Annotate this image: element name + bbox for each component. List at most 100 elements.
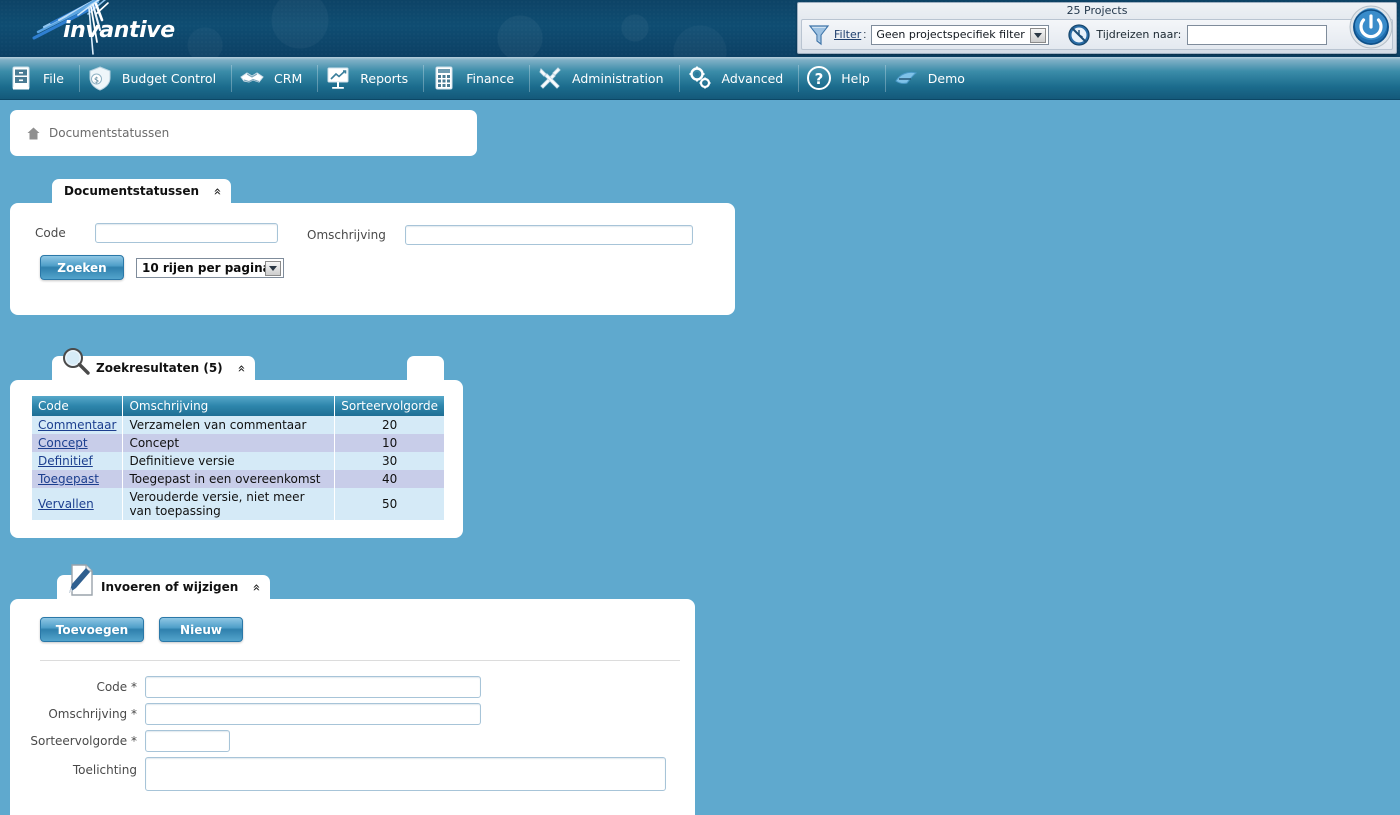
search-code-input[interactable] [95, 223, 278, 243]
add-button[interactable]: Toevoegen [40, 617, 144, 642]
cell-code: Concept [32, 434, 124, 452]
project-count-label: 25 Projects [1066, 4, 1128, 17]
chevron-down-icon[interactable] [1030, 27, 1047, 43]
field-label-sorteervolgorde: Sorteervolgorde * [30, 734, 137, 748]
project-filter-select[interactable]: Geen projectspecifiek filter [871, 24, 1050, 45]
edit-form: Code * Omschrijving * Sorteervolgorde * … [10, 676, 695, 796]
power-icon [1349, 5, 1393, 49]
collapse-chevron-icon[interactable]: « [233, 364, 248, 372]
breadcrumb: Documentstatussen [10, 110, 477, 156]
breadcrumb-current: Documentstatussen [49, 126, 170, 140]
rows-per-page-value: 10 rijen per pagina [142, 260, 271, 275]
presentation-chart-icon [327, 67, 349, 89]
row-code-link[interactable]: Commentaar [38, 418, 116, 432]
cabinet-icon [12, 66, 30, 90]
collapse-chevron-icon[interactable]: « [210, 187, 225, 195]
nav-item-finance[interactable]: Finance [423, 57, 529, 100]
gears-icon [689, 66, 710, 89]
nav-label-budget-control: Budget Control [121, 70, 217, 86]
results-panel-tab-secondary[interactable] [407, 356, 444, 380]
new-button[interactable]: Nieuw [159, 617, 243, 642]
field-label-omschrijving: Omschrijving * [48, 707, 137, 721]
field-label-code: Code * [96, 680, 137, 694]
cell-code: Commentaar [32, 416, 124, 434]
chevron-down-icon[interactable] [265, 260, 281, 276]
cell-code: Toegepast [32, 470, 124, 488]
app-header: invantive 25 Projects Filter : Geen proj… [0, 0, 1400, 57]
nav-label-crm: CRM [274, 70, 303, 86]
column-header-omschrijving[interactable]: Omschrijving [122, 396, 336, 416]
cell-sorteervolgorde: 10 [334, 434, 444, 452]
table-row[interactable]: Commentaar Verzamelen van commentaar 20 [32, 416, 444, 434]
results-panel-body: Code Omschrijving Sorteervolgorde Commen… [10, 380, 463, 538]
table-row[interactable]: Concept Concept 10 [32, 434, 444, 452]
cell-omschrijving: Toegepast in een overeenkomst [122, 470, 336, 488]
nav-item-budget-control[interactable]: $ Budget Control [78, 57, 231, 100]
question-mark-icon: ? [807, 66, 832, 90]
cell-sorteervolgorde: 30 [334, 452, 444, 470]
nav-label-reports: Reports [360, 70, 409, 86]
search-panel-tab[interactable]: Documentstatussen « [52, 179, 231, 203]
row-code-link[interactable]: Toegepast [38, 472, 99, 486]
column-header-code[interactable]: Code [32, 396, 124, 416]
rows-per-page-select[interactable]: 10 rijen per pagina [136, 257, 284, 278]
nav-label-administration: Administration [572, 70, 664, 86]
search-omschrijving-input[interactable] [405, 225, 693, 245]
edit-panel-body: Toevoegen Nieuw Code * Omschrijving * So… [10, 599, 695, 815]
table-row[interactable]: Definitief Definitieve versie 30 [32, 452, 444, 470]
dolphin-icon [895, 71, 917, 84]
svg-text:?: ? [815, 70, 824, 88]
field-label-toelichting: Toelichting [72, 763, 137, 777]
results-panel-title: Zoekresultaten (5) [96, 361, 223, 375]
field-input-omschrijving[interactable] [145, 703, 481, 725]
cell-code: Definitief [32, 452, 124, 470]
time-travel-icon[interactable] [1067, 23, 1091, 47]
field-input-sorteervolgorde[interactable] [145, 730, 230, 752]
row-code-link[interactable]: Concept [38, 436, 88, 450]
table-row[interactable]: Toegepast Toegepast in een overeenkomst … [32, 470, 444, 488]
table-header-row: Code Omschrijving Sorteervolgorde [32, 396, 444, 416]
filter-link[interactable]: Filter [834, 28, 861, 41]
document-pen-icon [69, 564, 93, 596]
row-code-link[interactable]: Vervallen [38, 497, 94, 511]
brand-logo[interactable]: invantive [22, 0, 212, 57]
money-shield-icon: $ [89, 66, 111, 91]
nav-item-help[interactable]: ? Help [798, 57, 885, 100]
field-row-toelichting: Toelichting [10, 757, 695, 791]
search-code-label: Code [35, 226, 66, 240]
cell-code: Vervallen [32, 488, 124, 520]
home-icon[interactable] [27, 127, 40, 140]
row-code-link[interactable]: Definitief [38, 454, 93, 468]
time-travel-label: Tijdreizen naar: [1096, 28, 1182, 41]
cell-omschrijving: Definitieve versie [122, 452, 336, 470]
field-row-omschrijving: Omschrijving * [10, 703, 695, 725]
svg-text:$: $ [94, 75, 99, 84]
edit-panel-tab[interactable]: Invoeren of wijzigen « [57, 564, 271, 599]
nav-item-file[interactable]: File [0, 57, 79, 100]
project-filter-panel: 25 Projects Filter : Geen projectspecifi… [797, 2, 1397, 54]
cell-omschrijving: Verouderde versie, niet meer van toepass… [122, 488, 336, 520]
edit-panel-title: Invoeren of wijzigen [101, 580, 239, 594]
collapse-chevron-icon[interactable]: « [249, 583, 264, 591]
search-omschrijving-label: Omschrijving [307, 228, 386, 242]
nav-label-demo: Demo [927, 70, 965, 86]
main-navigation: File $ Budget Control CRM Reports Financ… [0, 57, 1400, 100]
results-panel-tab[interactable]: Zoekresultaten (5) « [52, 348, 255, 380]
column-header-sorteervolgorde[interactable]: Sorteervolgorde [334, 396, 444, 416]
table-row[interactable]: Vervallen Verouderde versie, niet meer v… [32, 488, 444, 520]
form-divider [40, 660, 680, 661]
nav-item-advanced[interactable]: Advanced [678, 57, 799, 100]
nav-item-reports[interactable]: Reports [317, 57, 423, 100]
nav-item-demo[interactable]: Demo [884, 57, 980, 100]
nav-item-crm[interactable]: CRM [231, 57, 317, 100]
field-input-toelichting[interactable] [145, 757, 666, 791]
search-panel-title: Documentstatussen [64, 184, 200, 198]
cell-sorteervolgorde: 20 [334, 416, 444, 434]
field-input-code[interactable] [145, 676, 481, 698]
power-button[interactable] [1349, 5, 1393, 49]
nav-item-administration[interactable]: Administration [529, 57, 678, 100]
time-travel-input[interactable] [1187, 24, 1328, 45]
magnifier-icon [63, 348, 90, 375]
search-button[interactable]: Zoeken [40, 255, 124, 280]
cell-omschrijving: Concept [122, 434, 336, 452]
